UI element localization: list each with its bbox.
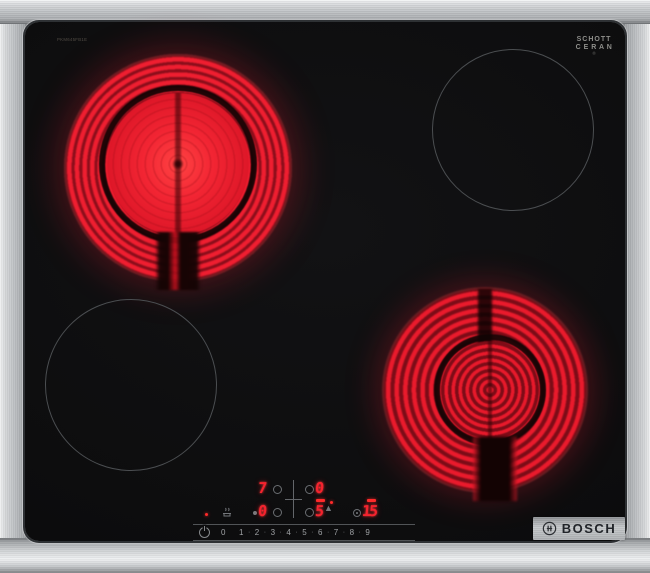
slider-level-1[interactable]: 1: [239, 528, 243, 537]
zone-marker-dot: [253, 511, 257, 515]
ceran-submark: ®: [576, 52, 612, 57]
display-timer: 15: [361, 504, 376, 519]
slider-separator-dot: ·: [343, 529, 345, 536]
frame-left: [0, 0, 27, 573]
display-rear-right: 0: [314, 481, 324, 496]
pan-detect-icon: [220, 506, 235, 518]
slider-level-9[interactable]: 9: [365, 528, 369, 537]
inner-circuit-disc: [441, 341, 539, 439]
zone-select-front-left[interactable]: [273, 508, 282, 517]
ceran-line1: SCHOTT: [568, 36, 620, 44]
clock-icon[interactable]: [353, 509, 361, 517]
frame-top: [0, 0, 650, 24]
slider-levels: 1 · 2 · 3 · 4 · 5 · 6 · 7 · 8 · 9: [239, 528, 370, 537]
ceramic-glass: PKM645FB1E SCHOTT C E R A N ®: [25, 22, 625, 541]
slider-separator-dot: ·: [359, 529, 361, 536]
power-icon[interactable]: [199, 527, 210, 538]
slider-separator-dot: ·: [295, 529, 297, 536]
hot-surface-icon: ▲: [324, 503, 333, 514]
frame-right: [623, 0, 650, 573]
element-connector: [473, 437, 517, 501]
model-label: PKM645FB1E: [57, 38, 87, 42]
timer-indicator-bar: [367, 499, 376, 502]
inner-circuit-disc: [107, 93, 249, 235]
zone-front-left: [45, 299, 217, 471]
frame-bottom: [0, 538, 650, 573]
display-front-left: 0: [257, 504, 267, 519]
element-connector: [155, 232, 201, 290]
brand-plaque: BOSCH: [533, 517, 625, 540]
zone-select-rear-left[interactable]: [273, 485, 282, 494]
power-indicator-dot: [205, 513, 208, 516]
schott-ceran-logo: SCHOTT C E R A N ®: [568, 36, 620, 59]
slider-level-5[interactable]: 5: [302, 528, 306, 537]
slider-separator-dot: ·: [280, 529, 282, 536]
slider-level-4[interactable]: 4: [286, 528, 290, 537]
display-divider-horizontal: [285, 499, 302, 500]
ceran-line2: C E R A N: [568, 44, 620, 52]
control-panel: 7 0 0 5 ▲ 15: [195, 478, 417, 524]
slider-level-0[interactable]: 0: [221, 528, 225, 537]
slider-level-8[interactable]: 8: [350, 528, 354, 537]
slider-level-2[interactable]: 2: [255, 528, 259, 537]
slider-separator-dot: ·: [327, 529, 329, 536]
slider-separator-dot: ·: [248, 529, 250, 536]
zone-select-front-right[interactable]: [305, 508, 314, 517]
slider-level-3[interactable]: 3: [271, 528, 275, 537]
zone-select-rear-right[interactable]: [305, 485, 314, 494]
zone-rear-right: [432, 49, 594, 211]
zone-rear-left: [64, 54, 292, 282]
boost-indicator-bar: [316, 499, 325, 502]
bosch-logo-icon: [542, 521, 557, 536]
power-level-slider[interactable]: 0 1 · 2 · 3 · 4 · 5 · 6 · 7 · 8 · 9: [193, 524, 415, 541]
zone-front-right: [382, 287, 588, 493]
display-rear-left: 7: [257, 481, 267, 496]
slider-separator-dot: ·: [311, 529, 313, 536]
cooktop: PKM645FB1E SCHOTT C E R A N ®: [0, 0, 650, 573]
slider-level-6[interactable]: 6: [318, 528, 322, 537]
brand-name: BOSCH: [562, 522, 616, 535]
slider-separator-dot: ·: [264, 529, 266, 536]
slider-level-7[interactable]: 7: [334, 528, 338, 537]
